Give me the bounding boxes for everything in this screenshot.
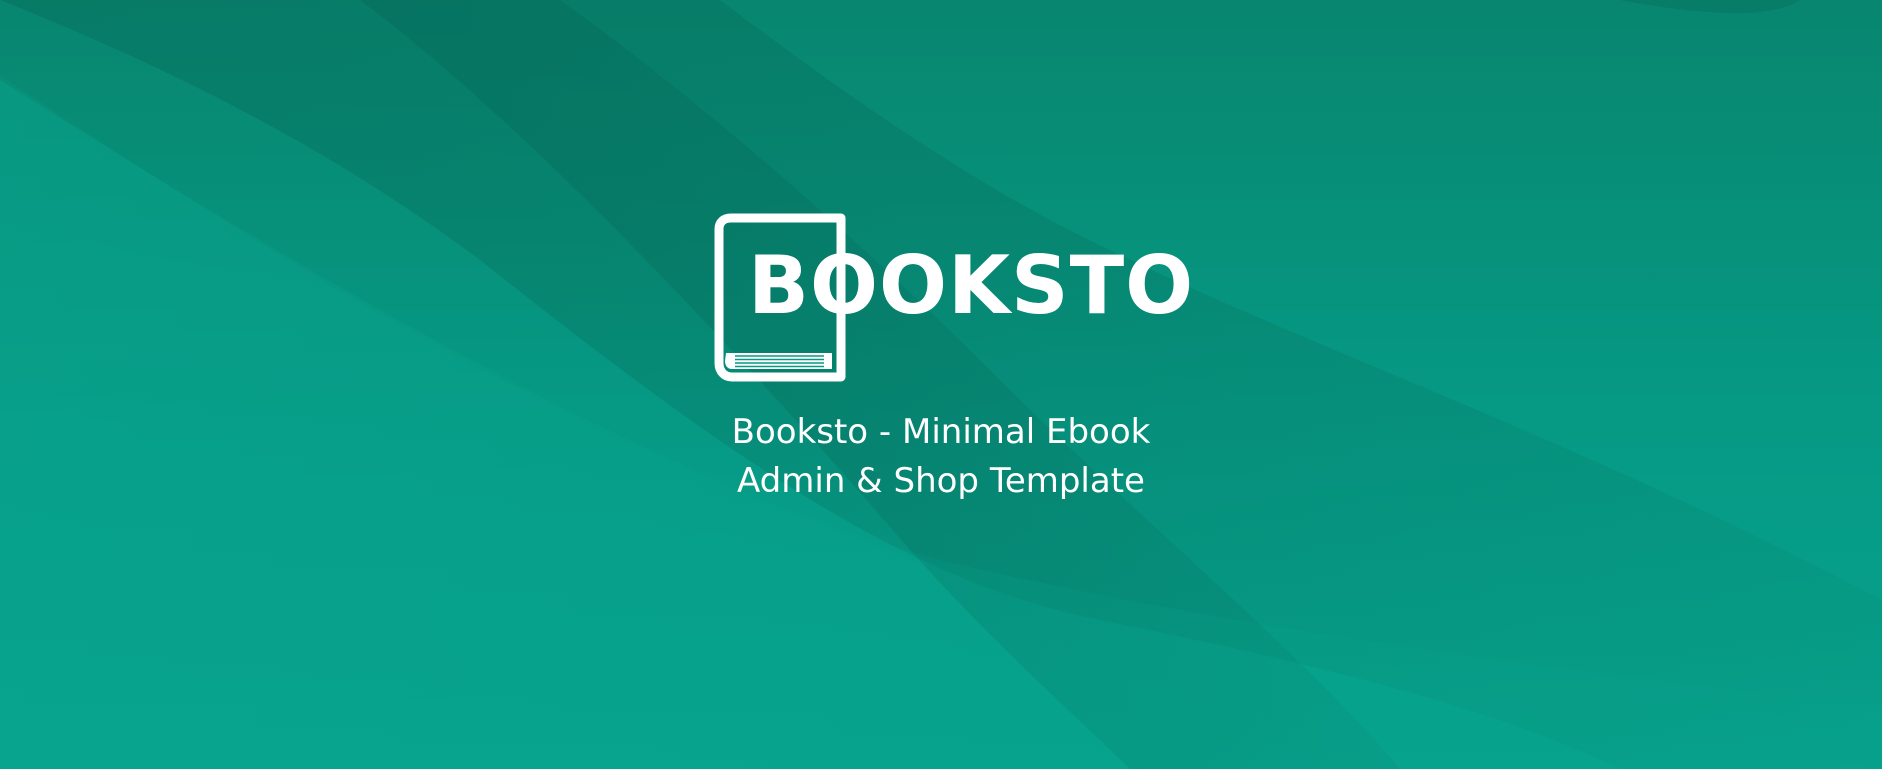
tagline-line-2: Admin & Shop Template bbox=[737, 461, 1145, 501]
brand-logo: BOOKSTO bbox=[714, 209, 1193, 384]
tagline-line-1: Booksto - Minimal Ebook bbox=[731, 412, 1151, 452]
tagline: Booksto - Minimal Ebook Admin & Shop Tem… bbox=[641, 408, 1241, 506]
hero-content: BOOKSTO Booksto - Minimal Ebook Admin & … bbox=[0, 0, 1882, 769]
brand-wordmark: BOOKSTO bbox=[748, 239, 1195, 332]
hero-banner: BOOKSTO Booksto - Minimal Ebook Admin & … bbox=[0, 0, 1882, 769]
